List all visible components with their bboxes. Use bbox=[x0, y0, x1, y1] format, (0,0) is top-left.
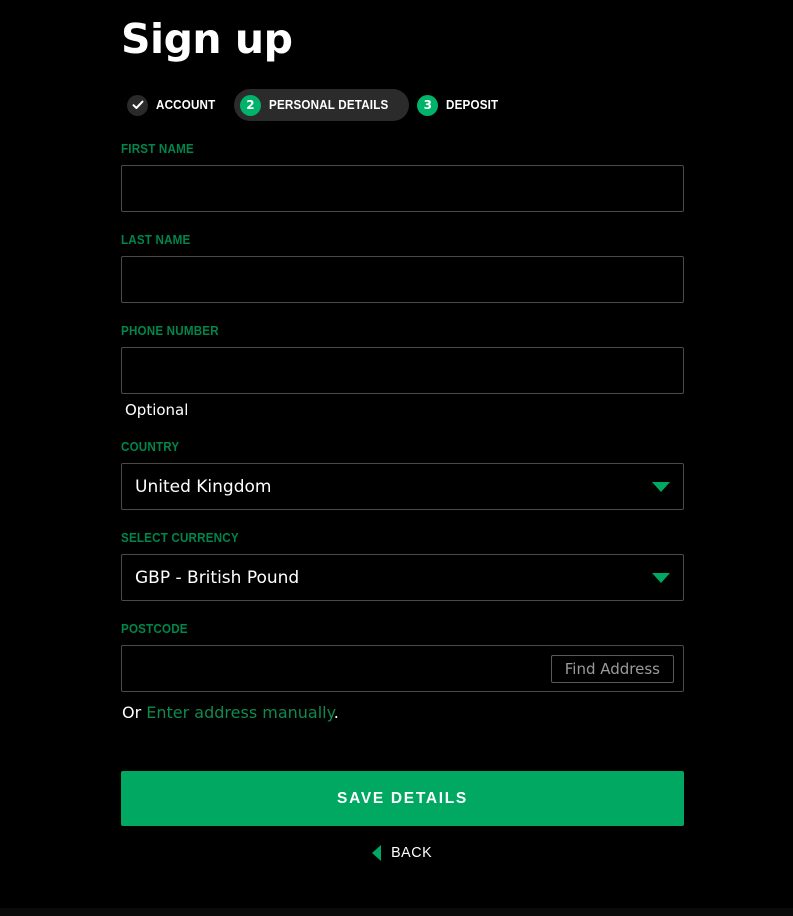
check-icon bbox=[132, 100, 143, 109]
step-deposit-badge: 3 bbox=[417, 94, 439, 116]
phone-number-helper: Optional bbox=[125, 401, 189, 419]
chevron-down-icon bbox=[652, 572, 670, 583]
last-name-label: LAST NAME bbox=[121, 233, 191, 247]
country-label: COUNTRY bbox=[121, 440, 180, 454]
currency-select[interactable]: GBP - British Pound bbox=[121, 554, 684, 601]
back-label: BACK bbox=[390, 844, 433, 861]
chevron-left-icon bbox=[371, 844, 381, 861]
chevron-down-icon bbox=[652, 481, 670, 492]
back-link[interactable]: BACK bbox=[121, 844, 684, 861]
currency-selected-value: GBP - British Pound bbox=[135, 567, 300, 588]
country-selected-value: United Kingdom bbox=[135, 476, 272, 497]
signup-page: Sign up ACCOUNT 2 PERSONAL DETAILS 3 DEP… bbox=[0, 0, 793, 916]
first-name-input-wrapper[interactable] bbox=[121, 165, 684, 212]
signup-form-container: Sign up ACCOUNT 2 PERSONAL DETAILS 3 DEP… bbox=[121, 0, 684, 861]
step-deposit-label: DEPOSIT bbox=[446, 98, 499, 112]
field-last-name: LAST NAME bbox=[121, 233, 684, 303]
page-title: Sign up bbox=[121, 15, 293, 63]
field-country: COUNTRY United Kingdom bbox=[121, 440, 684, 510]
first-name-label: FIRST NAME bbox=[121, 142, 194, 156]
manual-address-line: Or Enter address manually. bbox=[122, 703, 684, 722]
manual-address-prefix: Or bbox=[122, 703, 147, 722]
manual-address-suffix: . bbox=[333, 703, 339, 722]
step-deposit[interactable]: 3 DEPOSIT bbox=[411, 89, 514, 121]
bottom-strip bbox=[0, 908, 793, 916]
step-personal-details[interactable]: 2 PERSONAL DETAILS bbox=[233, 89, 410, 121]
save-details-button[interactable]: SAVE DETAILS bbox=[121, 771, 684, 826]
step-account[interactable]: ACCOUNT bbox=[121, 89, 232, 121]
currency-label: SELECT CURRENCY bbox=[121, 531, 239, 545]
phone-number-label: PHONE NUMBER bbox=[121, 324, 219, 338]
postcode-label: POSTCODE bbox=[121, 622, 188, 636]
phone-number-input[interactable] bbox=[122, 348, 683, 393]
find-address-button[interactable]: Find Address bbox=[550, 654, 674, 683]
step-personal-details-badge: 2 bbox=[239, 94, 261, 116]
field-phone-number: PHONE NUMBER Optional bbox=[121, 324, 684, 419]
signup-step-indicator: ACCOUNT 2 PERSONAL DETAILS 3 DEPOSIT bbox=[121, 89, 684, 121]
last-name-input-wrapper[interactable] bbox=[121, 256, 684, 303]
last-name-input[interactable] bbox=[122, 257, 683, 302]
step-account-label: ACCOUNT bbox=[156, 98, 216, 112]
enter-address-manually-link[interactable]: Enter address manually bbox=[146, 703, 334, 722]
first-name-input[interactable] bbox=[122, 166, 683, 211]
field-postcode: POSTCODE Find Address Or Enter address m… bbox=[121, 622, 684, 722]
field-currency: SELECT CURRENCY GBP - British Pound bbox=[121, 531, 684, 601]
country-select[interactable]: United Kingdom bbox=[121, 463, 684, 510]
step-account-badge bbox=[127, 94, 148, 116]
postcode-input-wrapper[interactable]: Find Address bbox=[121, 645, 684, 692]
field-first-name: FIRST NAME bbox=[121, 142, 684, 212]
step-personal-details-label: PERSONAL DETAILS bbox=[268, 98, 389, 112]
phone-number-input-wrapper[interactable] bbox=[121, 347, 684, 394]
